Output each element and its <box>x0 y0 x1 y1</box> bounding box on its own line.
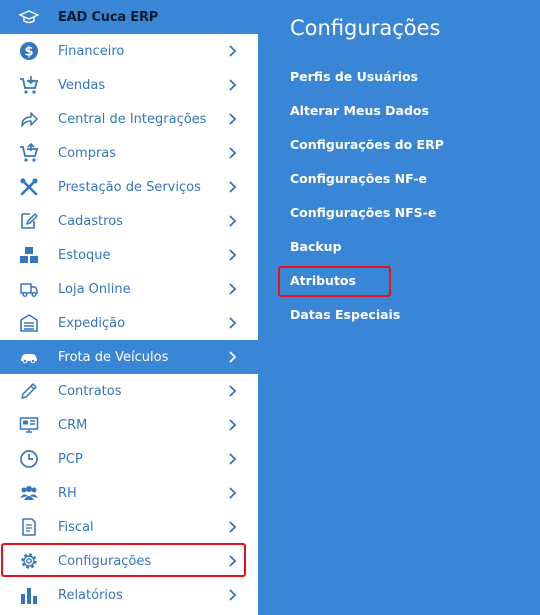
sidebar-item-label: Compras <box>58 145 117 161</box>
sidebar-item-label: Central de Integrações <box>58 111 207 127</box>
pen-icon <box>0 381 58 401</box>
submenu-item-perfis-de-usuarios[interactable]: Perfis de Usuários <box>290 69 418 84</box>
sidebar-item-pcp[interactable]: PCP <box>0 442 258 476</box>
submenu-item-alterar-meus-dados[interactable]: Alterar Meus Dados <box>290 103 429 118</box>
chevron-right-icon <box>228 317 258 329</box>
chevron-right-icon <box>228 385 258 397</box>
chevron-right-icon <box>228 283 258 295</box>
document-icon <box>0 517 58 537</box>
clock-icon <box>0 449 58 469</box>
sidebar-item-compras[interactable]: Compras <box>0 136 258 170</box>
sidebar-item-label: Contratos <box>58 383 122 399</box>
sidebar-item-estoque[interactable]: Estoque <box>0 238 258 272</box>
submenu-item-configuracoes-nfe[interactable]: Configurações NF-e <box>290 171 427 186</box>
sidebar-item-label: RH <box>58 485 77 501</box>
submenu-panel: Configurações Perfis de Usuários Alterar… <box>258 0 540 615</box>
cart-icon <box>0 143 58 163</box>
sidebar-item-rh[interactable]: RH <box>0 476 258 510</box>
submenu-item-datas-especiais[interactable]: Datas Especiais <box>290 307 400 322</box>
sidebar-item-financeiro[interactable]: $ Financeiro <box>0 34 258 68</box>
car-icon <box>0 347 58 367</box>
chevron-right-icon <box>228 79 258 91</box>
brand-bar[interactable]: EAD Cuca ERP <box>0 0 258 34</box>
gear-icon <box>0 551 58 571</box>
chevron-right-icon <box>228 453 258 465</box>
monitor-icon <box>0 415 58 435</box>
sidebar-item-label: Fiscal <box>58 519 94 535</box>
chevron-right-icon <box>228 249 258 261</box>
sidebar-item-configuracoes[interactable]: Configurações <box>0 544 258 578</box>
chevron-right-icon <box>228 555 258 567</box>
truck-icon <box>0 279 58 299</box>
sidebar-item-expedicao[interactable]: Expedição <box>0 306 258 340</box>
sidebar-item-crm[interactable]: CRM <box>0 408 258 442</box>
chevron-right-icon <box>228 487 258 499</box>
chevron-right-icon <box>228 45 258 57</box>
sidebar-item-label: PCP <box>58 451 83 467</box>
chevron-right-icon <box>228 521 258 533</box>
sidebar-item-prestacao-de-servicos[interactable]: Prestação de Serviços <box>0 170 258 204</box>
sidebar-item-label: Expedição <box>58 315 126 331</box>
sidebar-item-frota-de-veiculos[interactable]: Frota de Veículos <box>0 340 258 374</box>
warehouse-icon <box>0 313 58 333</box>
sidebar-item-label: Estoque <box>58 247 111 263</box>
bar-chart-icon <box>0 585 58 605</box>
graduation-cap-icon <box>0 9 58 25</box>
boxes-icon <box>0 245 58 265</box>
dollar-icon: $ <box>0 41 58 61</box>
chevron-right-icon <box>228 113 258 125</box>
sidebar-item-label: Prestação de Serviços <box>58 179 201 195</box>
submenu-item-configuracoes-do-erp[interactable]: Configurações do ERP <box>290 137 444 152</box>
chevron-right-icon <box>228 589 258 601</box>
submenu-item-backup[interactable]: Backup <box>290 239 342 254</box>
chevron-right-icon <box>228 181 258 193</box>
sidebar-item-loja-online[interactable]: Loja Online <box>0 272 258 306</box>
sidebar: EAD Cuca ERP $ Financeiro Vendas Central… <box>0 0 258 615</box>
cart-icon <box>0 75 58 95</box>
sidebar-item-contratos[interactable]: Contratos <box>0 374 258 408</box>
chevron-right-icon <box>228 215 258 227</box>
tools-icon <box>0 177 58 197</box>
brand-label: EAD Cuca ERP <box>58 9 159 25</box>
submenu-item-configuracoes-nfse[interactable]: Configurações NFS-e <box>290 205 436 220</box>
submenu-item-atributos[interactable]: Atributos <box>290 273 356 288</box>
chevron-right-icon <box>228 351 258 363</box>
share-icon <box>0 109 58 129</box>
sidebar-item-label: Cadastros <box>58 213 123 229</box>
sidebar-item-cadastros[interactable]: Cadastros <box>0 204 258 238</box>
sidebar-item-relatorios[interactable]: Relatórios <box>0 578 258 612</box>
edit-icon <box>0 211 58 231</box>
sidebar-item-fiscal[interactable]: Fiscal <box>0 510 258 544</box>
chevron-right-icon <box>228 147 258 159</box>
sidebar-item-label: Financeiro <box>58 43 125 59</box>
chevron-right-icon <box>228 419 258 431</box>
sidebar-item-vendas[interactable]: Vendas <box>0 68 258 102</box>
svg-text:$: $ <box>24 45 33 60</box>
sidebar-item-label: Loja Online <box>58 281 131 297</box>
sidebar-item-central-de-integracoes[interactable]: Central de Integrações <box>0 102 258 136</box>
sidebar-item-label: Relatórios <box>58 587 123 603</box>
sidebar-item-label: Vendas <box>58 77 106 93</box>
panel-title: Configurações <box>290 16 441 40</box>
sidebar-item-label: Frota de Veículos <box>58 349 169 365</box>
sidebar-item-label: Configurações <box>58 553 152 569</box>
users-icon <box>0 483 58 503</box>
sidebar-item-label: CRM <box>58 417 88 433</box>
